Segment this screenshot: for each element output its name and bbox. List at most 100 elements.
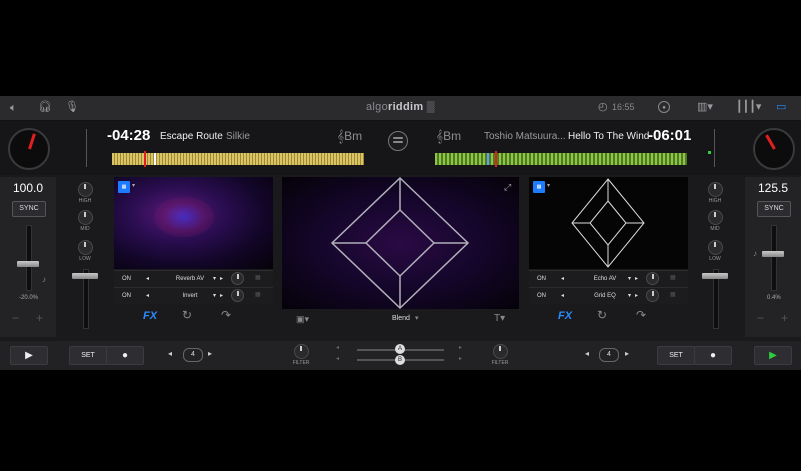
left-cue-dot-button[interactable]: ●	[106, 346, 144, 365]
left-pitch-bend-line	[86, 129, 87, 167]
speaker-icon[interactable]: 🔈︎	[10, 102, 17, 114]
left-waveform[interactable]	[112, 151, 364, 167]
left-video-preview[interactable]: ▦ ▾	[114, 177, 273, 269]
music-source-icon[interactable]	[388, 131, 408, 151]
left-fx2-on[interactable]: ON	[122, 293, 131, 299]
record-icon[interactable]: ●	[658, 101, 670, 113]
right-fx-row-2: ON ◂ Grid EQ ▾ ▸ ▦	[529, 287, 688, 304]
loop-icon[interactable]: ↻	[182, 308, 192, 322]
right-fx-toolbar: FX ↻ ↷	[529, 305, 688, 327]
crossfader-b-handle[interactable]: B	[395, 355, 405, 365]
chevron-left-icon[interactable]: ◂	[336, 344, 339, 351]
right-video-source-icon[interactable]: ▦	[533, 181, 545, 193]
redo-arrow-icon[interactable]: ↷	[636, 308, 646, 322]
microphone-icon[interactable]: 🎙︎	[65, 101, 79, 113]
grid-icon[interactable]: ▦	[255, 291, 261, 298]
chevron-left-icon[interactable]: ◂	[561, 275, 564, 282]
chevron-right-icon[interactable]: ▸	[459, 344, 462, 351]
blend-mode-select[interactable]: Blend	[392, 315, 410, 322]
right-eq-high-knob[interactable]	[708, 182, 723, 197]
chevron-right-icon[interactable]: ▸	[459, 355, 462, 362]
waveform-view-icon[interactable]: ┃┃┃▾	[736, 101, 761, 113]
left-pitch-plus-button[interactable]: +	[36, 311, 43, 325]
left-fx2-name[interactable]: Invert	[164, 293, 216, 299]
left-eq-high-knob[interactable]	[78, 182, 93, 197]
note-icon: ♪	[753, 249, 757, 258]
right-pitch-plus-button[interactable]: +	[781, 311, 788, 325]
right-fx2-name[interactable]: Grid EQ	[579, 293, 631, 299]
right-eq-low-knob[interactable]	[708, 240, 723, 255]
right-fx-button[interactable]: FX	[558, 310, 572, 322]
right-volume-fader[interactable]	[702, 273, 728, 279]
chevron-right-icon[interactable]: ▸	[220, 292, 223, 299]
right-fx1-name[interactable]: Echo AV	[579, 276, 631, 282]
crossfader-a-handle[interactable]: A	[395, 344, 405, 354]
left-eq-low-knob[interactable]	[78, 240, 93, 255]
loop-icon[interactable]: ↻	[597, 308, 607, 322]
grid-icon[interactable]: ▦	[670, 291, 676, 298]
right-play-button[interactable]: ▶	[754, 346, 792, 365]
right-eq-mid-knob[interactable]	[708, 210, 723, 225]
left-eq-high-label: HIGH	[78, 198, 92, 204]
left-loop-increase-button[interactable]: ▸	[208, 349, 212, 358]
chevron-left-icon[interactable]: ◂	[561, 292, 564, 299]
layout-icon[interactable]: ▥▾	[697, 101, 713, 113]
right-fx1-on[interactable]: ON	[537, 276, 546, 282]
chevron-down-icon: ▾	[415, 315, 419, 322]
right-video-preview[interactable]: ▦ ▾	[529, 177, 688, 269]
left-pitch-minus-button[interactable]: −	[12, 311, 19, 325]
left-fx1-name[interactable]: Reverb AV	[164, 276, 216, 282]
right-waveform[interactable]	[435, 151, 687, 167]
chevron-down-icon[interactable]: ▾	[132, 182, 135, 189]
right-cue-dot-button[interactable]: ●	[694, 346, 732, 365]
text-overlay-icon[interactable]: T▾	[494, 313, 505, 324]
left-video-source-icon[interactable]: ▦	[118, 181, 130, 193]
right-loop-increase-button[interactable]: ▸	[625, 349, 629, 358]
video-display-icon[interactable]: ▭	[776, 101, 786, 113]
left-sync-button[interactable]: SYNC	[12, 201, 46, 217]
right-fx-row-1: ON ◂ Echo AV ▾ ▸ ▦	[529, 270, 688, 287]
left-fx-button[interactable]: FX	[143, 310, 157, 322]
right-sync-button[interactable]: SYNC	[757, 201, 791, 217]
left-fx2-knob[interactable]	[231, 289, 244, 302]
right-track-title: Hello To The Wind	[568, 131, 650, 142]
right-fx2-on[interactable]: ON	[537, 293, 546, 299]
top-toolbar: 🔈︎ 🎧︎ 🎙︎ algoriddim ▒ ◴ 16:55 ● ▥▾ ┃┃┃▾ …	[0, 96, 801, 121]
left-platter-dial[interactable]	[8, 128, 50, 170]
expand-icon[interactable]: ⤢	[504, 182, 511, 193]
redo-arrow-icon[interactable]: ↷	[221, 308, 231, 322]
grid-icon[interactable]: ▦	[670, 274, 676, 281]
right-platter-dial[interactable]	[753, 128, 795, 170]
right-pitch-slot	[771, 225, 777, 291]
right-fx1-knob[interactable]	[646, 272, 659, 285]
main-video-output[interactable]: ⤢	[282, 177, 519, 309]
right-pitch-slider[interactable]	[762, 251, 784, 257]
right-filter-knob[interactable]	[493, 344, 508, 359]
left-fx1-knob[interactable]	[231, 272, 244, 285]
right-cue-set-button[interactable]: SET	[657, 346, 695, 365]
right-loop-length[interactable]: 4	[599, 348, 619, 362]
grid-icon[interactable]: ▦	[255, 274, 261, 281]
right-loop-decrease-button[interactable]: ◂	[585, 349, 589, 358]
chevron-left-icon[interactable]: ◂	[146, 292, 149, 299]
right-fx2-knob[interactable]	[646, 289, 659, 302]
right-pitch-minus-button[interactable]: −	[757, 311, 764, 325]
left-loop-length[interactable]: 4	[183, 348, 203, 362]
left-track-artist: Silkie	[226, 131, 250, 142]
left-volume-fader[interactable]	[72, 273, 98, 279]
left-eq-mid-knob[interactable]	[78, 210, 93, 225]
left-cue-set-button[interactable]: SET	[69, 346, 107, 365]
chevron-down-icon[interactable]: ▾	[547, 182, 550, 189]
left-fx1-on[interactable]: ON	[122, 276, 131, 282]
left-pitch-slider[interactable]	[17, 261, 39, 267]
left-filter-knob[interactable]	[294, 344, 309, 359]
chevron-right-icon[interactable]: ▸	[635, 292, 638, 299]
headphones-icon[interactable]: 🎧︎	[38, 101, 52, 113]
left-loop-decrease-button[interactable]: ◂	[168, 349, 172, 358]
left-play-button[interactable]: ▶	[10, 346, 48, 365]
chevron-right-icon[interactable]: ▸	[220, 275, 223, 282]
image-icon[interactable]: ▣▾	[296, 314, 309, 325]
chevron-left-icon[interactable]: ◂	[336, 355, 339, 362]
chevron-left-icon[interactable]: ◂	[146, 275, 149, 282]
chevron-right-icon[interactable]: ▸	[635, 275, 638, 282]
